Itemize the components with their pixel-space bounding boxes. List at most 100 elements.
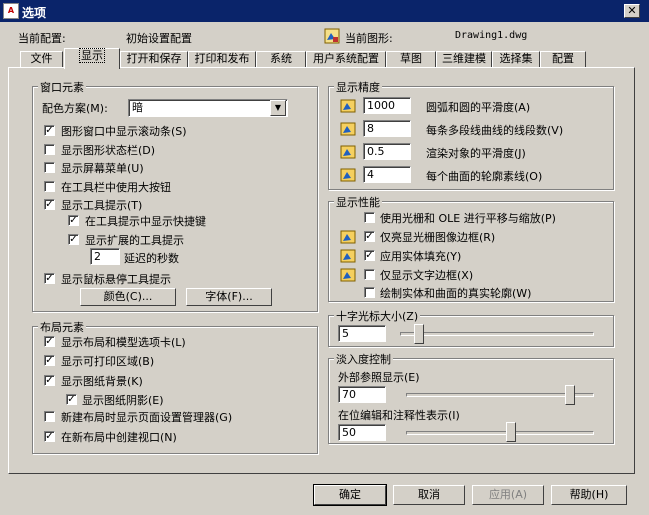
current-drawing-label: 当前图形:	[345, 32, 393, 45]
polyline-segments-input[interactable]: 8	[363, 120, 411, 137]
help-button[interactable]: 帮助(H)	[551, 485, 627, 505]
delay-seconds-input[interactable]: 2	[90, 248, 120, 265]
crosshair-size-slider-thumb[interactable]	[414, 324, 424, 344]
show-screen-menu-checkbox[interactable]	[44, 162, 55, 173]
drawing-saved-setting-icon	[340, 228, 356, 244]
paper-shadow-checkbox[interactable]: ✓	[66, 394, 77, 405]
paper-shadow-label: 显示图纸阴影(E)	[82, 394, 164, 407]
tab-drafting[interactable]: 草图	[386, 51, 436, 67]
apply-button[interactable]: 应用(A)	[472, 485, 544, 505]
show-screen-menu-label: 显示屏幕菜单(U)	[61, 162, 144, 175]
crosshair-size-slider-track[interactable]	[400, 332, 594, 336]
tab-label: 用户系统配置	[313, 52, 379, 65]
tooltip-shortcut-keys-checkbox[interactable]: ✓	[68, 215, 79, 226]
create-viewport-checkbox[interactable]: ✓	[44, 431, 55, 442]
tab-profiles[interactable]: 配置	[540, 51, 586, 67]
drawing-saved-setting-icon	[340, 97, 356, 113]
show-scrollbars-label: 图形窗口中显示滚动条(S)	[61, 125, 187, 138]
show-status-bar-checkbox[interactable]	[44, 144, 55, 155]
chevron-down-icon[interactable]: ▼	[270, 100, 286, 116]
raster-ole-pan-zoom-label: 使用光栅和 OLE 进行平移与缩放(P)	[380, 212, 556, 225]
printable-area-checkbox[interactable]: ✓	[44, 355, 55, 366]
show-tooltips-label: 显示工具提示(T)	[61, 199, 143, 212]
color-scheme-label: 配色方案(M):	[42, 102, 108, 115]
inplace-edit-slider-track[interactable]	[406, 431, 594, 435]
color-scheme-select[interactable]: 暗	[128, 99, 288, 117]
true-silhouettes-checkbox[interactable]	[364, 287, 375, 298]
rollover-tooltips-label: 显示鼠标悬停工具提示	[61, 273, 171, 286]
inplace-edit-input[interactable]: 50	[338, 424, 386, 441]
rollover-tooltips-checkbox[interactable]: ✓	[44, 273, 55, 284]
drawing-saved-setting-icon	[340, 120, 356, 136]
tab-label: 系统	[270, 52, 292, 65]
close-button[interactable]: ✕	[624, 4, 640, 18]
page-setup-manager-label: 新建布局时显示页面设置管理器(G)	[61, 411, 233, 424]
tab-label: 打印和发布	[194, 52, 250, 65]
fade-control-title: 淡入度控制	[334, 351, 393, 367]
show-tooltips-checkbox[interactable]: ✓	[44, 199, 55, 210]
window-title: 选项	[22, 6, 47, 20]
tab-system[interactable]: 系统	[256, 51, 306, 67]
inplace-edit-label: 在位编辑和注释性表示(I)	[338, 409, 460, 422]
fonts-button[interactable]: 字体(F)...	[186, 288, 272, 306]
show-status-bar-label: 显示图形状态栏(D)	[61, 144, 156, 157]
xref-display-slider-thumb[interactable]	[565, 385, 575, 405]
large-buttons-checkbox[interactable]	[44, 181, 55, 192]
tab-3d-modeling[interactable]: 三维建模	[436, 51, 492, 67]
printable-area-label: 显示可打印区域(B)	[61, 355, 155, 368]
true-silhouettes-label: 绘制实体和曲面的真实轮廓(W)	[380, 287, 532, 300]
tab-label: 打开和保存	[126, 52, 182, 65]
tab-files[interactable]: 文件	[20, 51, 63, 67]
tab-user-preferences[interactable]: 用户系统配置	[306, 51, 386, 67]
raster-frame-only-checkbox[interactable]: ✓	[364, 231, 375, 242]
drawing-saved-setting-icon	[340, 266, 356, 282]
contour-lines-input[interactable]: 4	[363, 166, 411, 183]
drawing-saved-setting-icon	[340, 143, 356, 159]
tooltip-shortcut-keys-label: 在工具提示中显示快捷键	[85, 215, 206, 228]
layout-elements-title: 布局元素	[38, 319, 86, 335]
text-frame-only-label: 仅显示文字边框(X)	[380, 269, 474, 282]
current-profile-value: 初始设置配置	[126, 32, 192, 45]
tab-label: 配置	[552, 52, 574, 65]
current-drawing-value: Drawing1.dwg	[455, 30, 528, 41]
render-smoothness-label: 渲染对象的平滑度(J)	[426, 147, 526, 160]
arc-smoothness-label: 圆弧和圆的平滑度(A)	[426, 101, 531, 114]
page-setup-manager-checkbox[interactable]	[44, 411, 55, 422]
extended-tooltips-checkbox[interactable]: ✓	[68, 234, 79, 245]
raster-ole-pan-zoom-checkbox[interactable]	[364, 212, 375, 223]
render-smoothness-input[interactable]: 0.5	[363, 143, 411, 160]
drawing-saved-setting-icon	[340, 166, 356, 182]
create-viewport-label: 在新布局中创建视口(N)	[61, 431, 177, 444]
title-bar: A 选项 ✕	[0, 0, 649, 22]
tab-label: 三维建模	[442, 52, 486, 65]
color-scheme-value: 暗	[132, 101, 143, 114]
paper-background-checkbox[interactable]: ✓	[44, 375, 55, 386]
tab-label: 显示	[79, 48, 105, 63]
colors-button[interactable]: 颜色(C)...	[80, 288, 176, 306]
text-frame-only-checkbox[interactable]	[364, 269, 375, 280]
drawing-saved-setting-icon	[340, 247, 356, 263]
tab-open-save[interactable]: 打开和保存	[120, 51, 188, 67]
extended-tooltips-label: 显示扩展的工具提示	[85, 234, 184, 247]
tab-plot-publish[interactable]: 打印和发布	[188, 51, 256, 67]
solid-fill-label: 应用实体填充(Y)	[380, 250, 462, 263]
xref-display-label: 外部参照显示(E)	[338, 371, 420, 384]
tab-label: 草图	[400, 52, 422, 65]
delay-seconds-label: 延迟的秒数	[124, 252, 179, 265]
solid-fill-checkbox[interactable]: ✓	[364, 250, 375, 261]
arc-smoothness-input[interactable]: 1000	[363, 97, 411, 114]
xref-display-input[interactable]: 70	[338, 386, 386, 403]
drawing-file-icon	[324, 28, 340, 47]
layout-model-tabs-checkbox[interactable]: ✓	[44, 336, 55, 347]
tab-selection[interactable]: 选择集	[492, 51, 540, 67]
crosshair-size-input[interactable]: 5	[338, 325, 386, 342]
autocad-app-icon: A	[3, 3, 19, 19]
ok-button[interactable]: 确定	[313, 484, 387, 506]
tab-label: 选择集	[499, 52, 533, 65]
show-scrollbars-checkbox[interactable]: ✓	[44, 125, 55, 136]
tab-display[interactable]: 显示	[64, 48, 120, 69]
large-buttons-label: 在工具栏中使用大按钮	[61, 181, 171, 194]
paper-background-label: 显示图纸背景(K)	[61, 375, 143, 388]
cancel-button[interactable]: 取消	[393, 485, 465, 505]
inplace-edit-slider-thumb[interactable]	[506, 422, 516, 442]
